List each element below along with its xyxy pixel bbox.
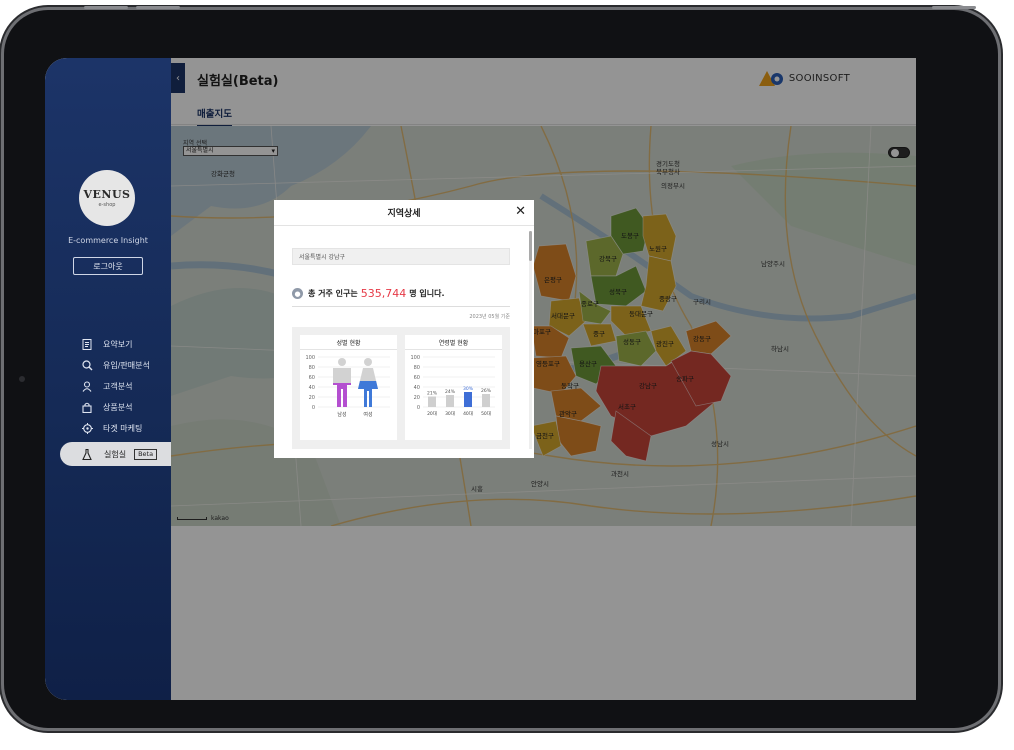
- sidebar-item-label: 고객분석: [103, 382, 133, 391]
- population-prefix: 총 거주 인구는: [308, 289, 358, 298]
- y-tick-label: 100: [305, 355, 315, 361]
- sidebar-item-label: 요약보기: [103, 340, 133, 349]
- sidebar-item-traffic-sales[interactable]: 유입/판매분석: [81, 355, 171, 376]
- logo-subtitle: e-shop: [98, 202, 116, 208]
- y-tick-label: 60: [414, 375, 420, 381]
- sidebar-item-target-marketing[interactable]: 타겟 마케팅: [81, 418, 171, 439]
- front-camera: [19, 376, 25, 382]
- sidebar-item-lab[interactable]: 실험실 Beta: [60, 442, 171, 466]
- y-tick-label: 80: [309, 365, 315, 371]
- scrollbar-thumb[interactable]: [529, 231, 532, 261]
- x-tick-label: 30대: [445, 410, 455, 417]
- age-bar: [464, 392, 472, 407]
- y-tick-label: 0: [417, 405, 420, 411]
- base-date: 2023년 05월 기준: [469, 314, 510, 320]
- modal-scrollbar[interactable]: [529, 231, 532, 449]
- y-tick-label: 20: [309, 395, 315, 401]
- y-tick-label: 40: [309, 385, 315, 391]
- flask-icon: [82, 448, 94, 460]
- logout-button[interactable]: 로그아웃: [73, 257, 143, 275]
- bag-icon: [81, 402, 93, 414]
- age-bar: [446, 395, 454, 407]
- figure-head-base: [338, 358, 346, 366]
- sidebar-item-label: 타겟 마케팅: [103, 424, 143, 433]
- male-figure: [333, 358, 351, 407]
- modal-divider: [292, 306, 510, 307]
- logo-title: VENUS: [83, 188, 131, 201]
- target-icon: [81, 423, 93, 435]
- person-icon: [81, 381, 93, 393]
- document-icon: [81, 339, 93, 351]
- x-tick-label: 남성: [337, 411, 346, 418]
- bar-value-label: 26%: [481, 388, 492, 394]
- sidebar-item-summary[interactable]: 요약보기: [81, 334, 171, 355]
- app-screen: VENUS e-shop E-commerce Insight 로그아웃 요약보…: [45, 58, 916, 700]
- figure-head-base: [364, 358, 372, 366]
- modal-header: 지역상세 ✕: [274, 200, 534, 226]
- address-field: 서울특별시 강남구: [292, 248, 510, 265]
- gender-card: 성별 현황 0 20 40 60 80 100 남성 여성: [300, 335, 397, 440]
- close-icon[interactable]: ✕: [515, 205, 526, 219]
- volume-button: [136, 6, 180, 9]
- beta-badge: Beta: [134, 448, 158, 460]
- y-tick-label: 0: [312, 405, 315, 411]
- gender-chart: 0 20 40 60 80 100 남성 여성: [305, 355, 390, 418]
- x-tick-label: 20대: [427, 410, 437, 417]
- x-tick-label: 40대: [463, 410, 473, 417]
- sidebar: VENUS e-shop E-commerce Insight 로그아웃 요약보…: [45, 58, 171, 700]
- stats-panel: 성별 현황 0 20 40 60 80 100 남성 여성 연령별 현황 0 20 40 60 80 1…: [292, 327, 510, 449]
- sidebar-item-label: 실험실: [104, 449, 127, 459]
- y-tick-label: 60: [309, 375, 315, 381]
- population-suffix: 명 입니다.: [409, 289, 445, 298]
- gender-chart-title: 성별 현황: [300, 335, 397, 350]
- app-tagline: E-commerce Insight: [68, 236, 148, 245]
- sidebar-item-label: 상품분석: [103, 403, 133, 412]
- modal-title: 지역상세: [387, 209, 421, 219]
- y-tick-label: 20: [414, 395, 420, 401]
- tablet-frame: VENUS e-shop E-commerce Insight 로그아웃 요약보…: [4, 6, 998, 728]
- population-value: 535,744: [360, 287, 407, 300]
- female-figure: [358, 358, 378, 407]
- modal-body[interactable]: 서울특별시 강남구 ● 총 거주 인구는 535,744 명 입니다. 2023…: [274, 227, 534, 458]
- age-chart: 0 20 40 60 80 100 21% 20대 24% 30대 30% 40대 26% 50대: [410, 355, 495, 417]
- sidebar-item-customer[interactable]: 고객분석: [81, 376, 171, 397]
- sidebar-item-product[interactable]: 상품분석: [81, 397, 171, 418]
- bar-value-label: 21%: [427, 391, 438, 397]
- app-logo[interactable]: VENUS e-shop: [79, 170, 135, 226]
- bar-value-label: 24%: [445, 389, 456, 395]
- sidebar-item-label: 유입/판매분석: [103, 361, 150, 370]
- region-detail-modal: 지역상세 ✕ 서울특별시 강남구 ● 총 거주 인구는 535,744 명 입니…: [274, 200, 534, 458]
- y-tick-label: 100: [410, 355, 420, 361]
- y-tick-label: 40: [414, 385, 420, 391]
- volume-button: [84, 6, 128, 9]
- age-bar: [482, 394, 490, 407]
- age-chart-title: 연령별 현황: [405, 335, 502, 350]
- person-icon: ●: [292, 288, 303, 299]
- bar-value-label: 30%: [463, 386, 474, 392]
- power-button: [932, 6, 976, 9]
- sidebar-menu: 요약보기 유입/판매분석 고객분석 상품분석 타겟 마케팅: [81, 334, 171, 439]
- population-summary: ● 총 거주 인구는 535,744 명 입니다.: [292, 287, 445, 300]
- search-icon: [81, 360, 93, 372]
- x-tick-label: 50대: [481, 410, 491, 417]
- age-bar: [428, 396, 436, 407]
- age-card: 연령별 현황 0 20 40 60 80 100 21% 20대 24% 30대 30% 40대 26%…: [405, 335, 502, 440]
- x-tick-label: 여성: [363, 411, 372, 418]
- y-tick-label: 80: [414, 365, 420, 371]
